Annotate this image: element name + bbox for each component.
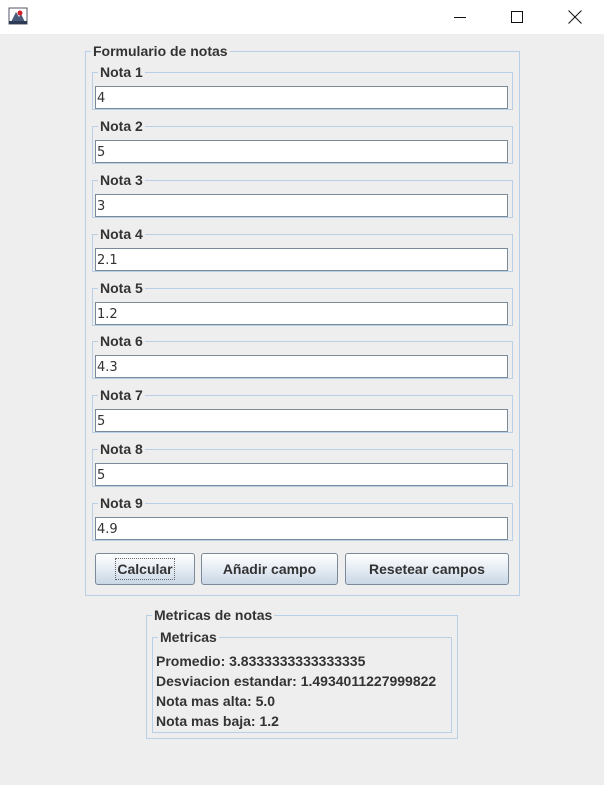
nota-input-8[interactable] (95, 463, 508, 486)
anadir-campo-label: Añadir campo (222, 561, 317, 577)
metric-desviacion: Desviacion estandar: 1.4934011227999822 (156, 673, 437, 689)
nota-input-3[interactable] (95, 194, 508, 217)
minimize-icon (454, 11, 466, 23)
nota-input-2[interactable] (95, 140, 508, 163)
nota-input-1[interactable] (95, 86, 508, 109)
nota-input-5[interactable] (95, 302, 508, 325)
form-title: Formulario de notas (91, 42, 230, 60)
resetear-campos-label: Resetear campos (369, 561, 485, 577)
title-bar (0, 0, 604, 34)
nota-label-4: Nota 4 (98, 225, 145, 243)
metrics-inner-title: Metricas (158, 628, 219, 646)
nota-label-7: Nota 7 (98, 386, 145, 404)
nota-label-5: Nota 5 (98, 279, 145, 297)
metric-nota-alta: Nota mas alta: 5.0 (156, 693, 276, 709)
nota-label-6: Nota 6 (98, 332, 145, 350)
close-button[interactable] (546, 0, 604, 34)
maximize-button[interactable] (488, 0, 546, 34)
nota-input-4[interactable] (95, 248, 508, 271)
java-app-icon (8, 6, 28, 26)
anadir-campo-button[interactable]: Añadir campo (201, 553, 338, 585)
nota-input-6[interactable] (95, 355, 508, 378)
metric-promedio: Promedio: 3.8333333333333335 (156, 653, 366, 669)
resetear-campos-button[interactable]: Resetear campos (345, 553, 509, 585)
nota-input-7[interactable] (95, 409, 508, 432)
maximize-icon (511, 11, 523, 23)
nota-label-3: Nota 3 (98, 171, 145, 189)
calcular-label: Calcular (115, 558, 175, 580)
nota-label-8: Nota 8 (98, 440, 145, 458)
metrics-title: Metricas de notas (152, 606, 275, 624)
nota-label-2: Nota 2 (98, 117, 145, 135)
nota-input-9[interactable] (95, 517, 508, 540)
nota-label-1: Nota 1 (98, 63, 145, 81)
calcular-button[interactable]: Calcular (95, 553, 195, 585)
close-icon (568, 10, 582, 24)
metric-nota-baja: Nota mas baja: 1.2 (156, 713, 279, 729)
nota-label-9: Nota 9 (98, 494, 145, 512)
minimize-button[interactable] (431, 0, 489, 34)
